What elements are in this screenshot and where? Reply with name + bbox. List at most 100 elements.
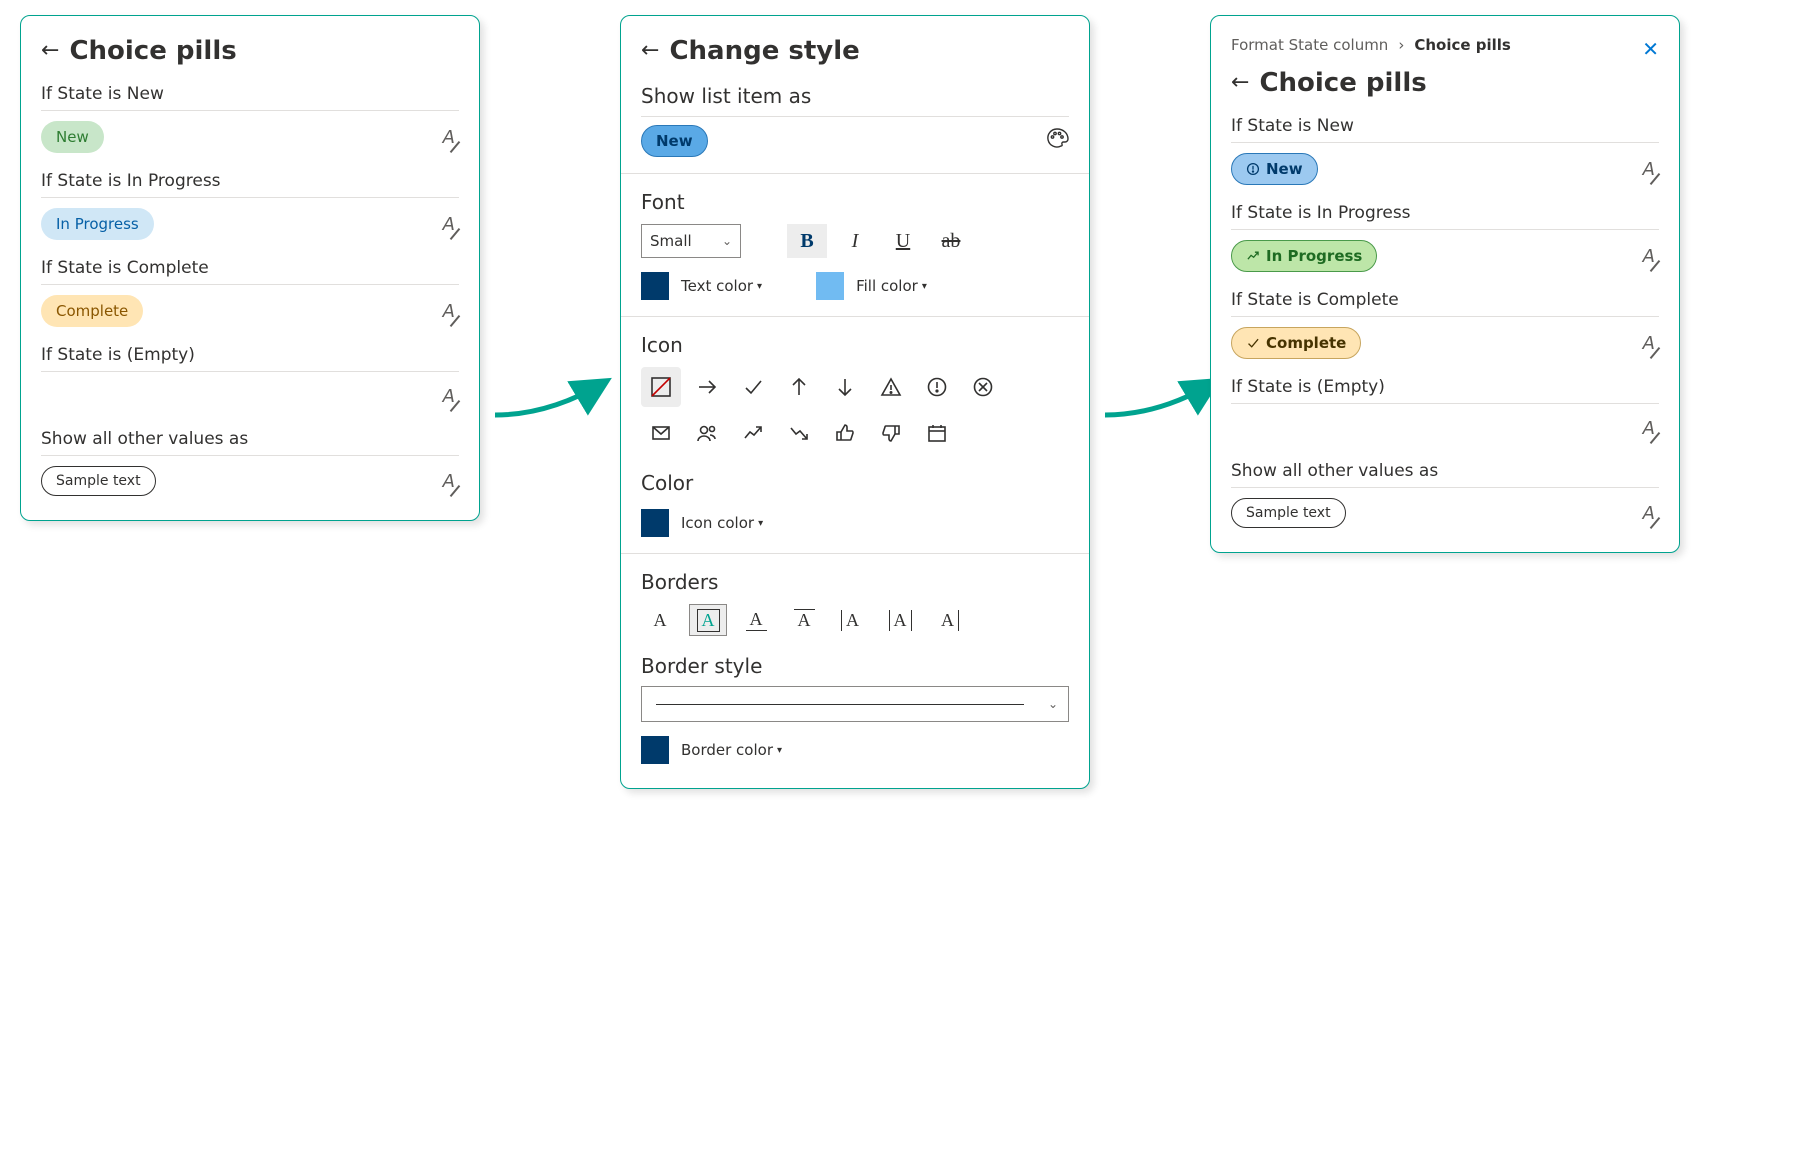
rule-label-new: If State is New <box>1231 116 1659 136</box>
trending-down-icon[interactable] <box>779 413 819 453</box>
mail-icon[interactable] <box>641 413 681 453</box>
divider <box>41 455 459 456</box>
font-size-value: Small <box>650 232 692 250</box>
back-arrow-icon[interactable]: ← <box>641 40 659 62</box>
icon-color-heading: Color <box>641 471 1069 495</box>
edit-style-icon[interactable]: A <box>439 467 459 496</box>
border-right[interactable]: A <box>929 604 967 636</box>
icon-heading: Icon <box>641 333 1069 357</box>
panel-title: Choice pills <box>1259 68 1426 98</box>
no-icon-option[interactable] <box>641 367 681 407</box>
borders-heading: Borders <box>641 570 1069 594</box>
border-style-preview <box>656 704 1024 705</box>
people-icon[interactable] <box>687 413 727 453</box>
edit-style-icon[interactable]: A <box>1639 242 1659 271</box>
edit-style-icon[interactable]: A <box>439 210 459 239</box>
border-style-heading: Border style <box>641 654 1069 678</box>
caret-down-icon: ▾ <box>922 281 927 292</box>
border-all[interactable]: A <box>689 604 727 636</box>
info-circle-icon[interactable] <box>917 367 957 407</box>
flow-arrow-icon <box>490 370 620 434</box>
rule-label-complete: If State is Complete <box>41 258 459 278</box>
checkmark-icon[interactable] <box>733 367 773 407</box>
pill-new: New <box>41 121 104 153</box>
palette-icon[interactable] <box>1045 126 1069 156</box>
chevron-down-icon: ⌄ <box>722 234 732 248</box>
arrow-down-icon[interactable] <box>825 367 865 407</box>
font-size-select[interactable]: Small ⌄ <box>641 224 741 258</box>
arrow-right-icon[interactable] <box>687 367 727 407</box>
back-arrow-icon[interactable]: ← <box>41 40 59 62</box>
rule-label-other: Show all other values as <box>1231 461 1659 481</box>
text-color-dropdown[interactable]: Text color ▾ <box>681 277 762 295</box>
breadcrumb-root[interactable]: Format State column <box>1231 36 1388 54</box>
pill-sample-text: Sample text <box>1231 498 1346 528</box>
icon-color-swatch[interactable] <box>641 509 669 537</box>
divider <box>1231 403 1659 404</box>
pill-in-progress: In Progress <box>41 208 154 240</box>
edit-style-icon[interactable]: A <box>439 297 459 326</box>
pill-sample-text: Sample text <box>41 466 156 496</box>
pill-new: New <box>1231 153 1318 185</box>
thumbs-down-icon[interactable] <box>871 413 911 453</box>
rule-label-other: Show all other values as <box>41 429 459 449</box>
border-left-right[interactable]: A <box>881 604 919 636</box>
arrow-up-icon[interactable] <box>779 367 819 407</box>
bold-button[interactable]: B <box>787 224 827 258</box>
rule-label-complete: If State is Complete <box>1231 290 1659 310</box>
divider <box>641 116 1069 117</box>
show-list-item-heading: Show list item as <box>641 84 1069 108</box>
italic-button[interactable]: I <box>835 224 875 258</box>
panel-title: Change style <box>669 36 859 66</box>
rule-label-empty: If State is (Empty) <box>41 345 459 365</box>
caret-down-icon: ▾ <box>777 745 782 756</box>
warning-icon[interactable] <box>871 367 911 407</box>
divider <box>41 110 459 111</box>
font-heading: Font <box>641 190 1069 214</box>
pill-complete: Complete <box>41 295 143 327</box>
cancel-circle-icon[interactable] <box>963 367 1003 407</box>
strikethrough-button[interactable]: ab <box>931 224 971 258</box>
divider <box>1231 229 1659 230</box>
pill-in-progress: In Progress <box>1231 240 1377 272</box>
thumbs-up-icon[interactable] <box>825 413 865 453</box>
trending-up-icon <box>1246 249 1260 263</box>
border-none[interactable]: A <box>641 604 679 636</box>
preview-pill: New <box>641 125 708 157</box>
fill-color-dropdown[interactable]: Fill color ▾ <box>856 277 927 295</box>
breadcrumb-current: Choice pills <box>1414 36 1511 54</box>
choice-pills-panel-result: Format State column › Choice pills ✕ ← C… <box>1210 15 1680 553</box>
rule-label-inprogress: If State is In Progress <box>41 171 459 191</box>
close-icon[interactable]: ✕ <box>1642 37 1659 61</box>
border-color-dropdown[interactable]: Border color ▾ <box>681 741 782 759</box>
edit-style-icon[interactable]: A <box>439 382 459 411</box>
edit-style-icon[interactable]: A <box>1639 329 1659 358</box>
border-top[interactable]: A <box>785 604 823 636</box>
info-circle-icon <box>1246 162 1260 176</box>
edit-style-icon[interactable]: A <box>1639 155 1659 184</box>
border-bottom[interactable]: A <box>737 604 775 636</box>
divider <box>1231 142 1659 143</box>
underline-button[interactable]: U <box>883 224 923 258</box>
edit-style-icon[interactable]: A <box>439 123 459 152</box>
divider <box>1231 487 1659 488</box>
border-style-select[interactable]: ⌄ <box>641 686 1069 722</box>
rule-label-inprogress: If State is In Progress <box>1231 203 1659 223</box>
icon-color-dropdown[interactable]: Icon color ▾ <box>681 514 763 532</box>
divider <box>1231 316 1659 317</box>
edit-style-icon[interactable]: A <box>1639 499 1659 528</box>
calendar-icon[interactable] <box>917 413 957 453</box>
border-left[interactable]: A <box>833 604 871 636</box>
chevron-down-icon: ⌄ <box>1048 697 1058 711</box>
text-color-swatch[interactable] <box>641 272 669 300</box>
border-color-swatch[interactable] <box>641 736 669 764</box>
fill-color-swatch[interactable] <box>816 272 844 300</box>
back-arrow-icon[interactable]: ← <box>1231 72 1249 94</box>
change-style-panel: ← Change style Show list item as New Fon… <box>620 15 1090 789</box>
choice-pills-panel-initial: ← Choice pills If State is New New A If … <box>20 15 480 521</box>
caret-down-icon: ▾ <box>757 281 762 292</box>
edit-style-icon[interactable]: A <box>1639 414 1659 443</box>
breadcrumb: Format State column › Choice pills <box>1231 36 1511 54</box>
trending-up-icon[interactable] <box>733 413 773 453</box>
divider <box>41 284 459 285</box>
